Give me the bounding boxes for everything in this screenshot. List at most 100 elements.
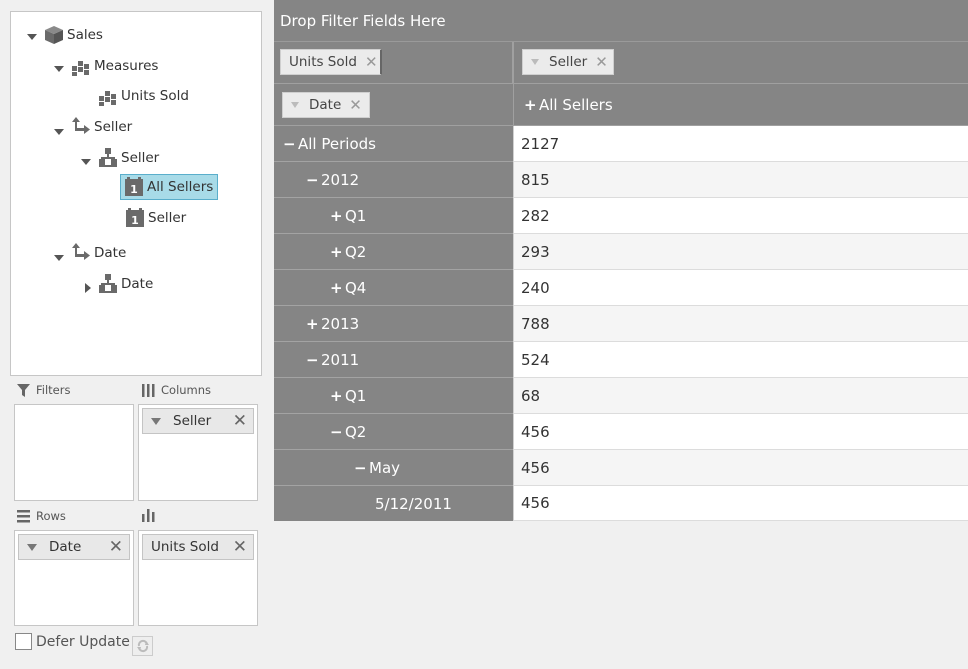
data-field-chip[interactable]: Units Sold ✕ bbox=[280, 49, 382, 75]
svg-text:1: 1 bbox=[131, 214, 139, 227]
collapse-minus-icon[interactable]: − bbox=[330, 423, 343, 441]
close-icon[interactable]: ✕ bbox=[233, 539, 247, 556]
tree-node-sales[interactable]: Sales bbox=[43, 24, 103, 46]
row-header-2012-q1[interactable]: + Q1 bbox=[274, 198, 513, 234]
row-header-2011-q2[interactable]: − Q2 bbox=[274, 414, 513, 450]
data-field-header: Units Sold ✕ bbox=[274, 42, 513, 84]
column-field-chip[interactable]: Seller ✕ bbox=[522, 49, 614, 75]
column-header-all-sellers[interactable]: + All Sellers bbox=[524, 84, 613, 126]
collapse-minus-icon[interactable]: − bbox=[283, 135, 296, 153]
expand-seller-dim-toggle[interactable] bbox=[54, 127, 64, 137]
filter-dropdown-icon[interactable] bbox=[151, 417, 161, 425]
tree-node-date-dimension[interactable]: Date bbox=[70, 242, 126, 264]
hierarchy-icon bbox=[99, 274, 117, 293]
filter-dropdown-icon[interactable] bbox=[291, 102, 299, 108]
row-field-header: Date ✕ bbox=[274, 84, 513, 126]
values-drop-area[interactable]: Units Sold ✕ bbox=[138, 530, 258, 626]
defer-update-label: Defer Update bbox=[36, 633, 130, 650]
expand-date-dim-toggle[interactable] bbox=[54, 253, 64, 263]
value-cell[interactable]: 240 bbox=[513, 270, 968, 306]
expand-plus-icon[interactable]: + bbox=[330, 279, 343, 297]
row-header-2013[interactable]: + 2013 bbox=[274, 306, 513, 342]
level-icon: 1 bbox=[125, 177, 143, 196]
close-icon[interactable]: ✕ bbox=[349, 96, 362, 114]
value-cell[interactable]: 524 bbox=[513, 342, 968, 378]
tree-node-label: Seller bbox=[94, 119, 133, 135]
row-header-all-periods[interactable]: − All Periods bbox=[274, 126, 513, 162]
value-cell[interactable]: 282 bbox=[513, 198, 968, 234]
expand-plus-icon[interactable]: + bbox=[330, 207, 343, 225]
defer-update-row: Defer Update bbox=[15, 633, 130, 650]
row-header-label: Q4 bbox=[345, 278, 367, 297]
chip-label: Date bbox=[49, 539, 82, 555]
row-header-label: Q2 bbox=[345, 422, 367, 441]
tree-node-label: Sales bbox=[67, 27, 103, 43]
row-header-label: 5/12/2011 bbox=[375, 494, 452, 513]
close-icon[interactable]: ✕ bbox=[109, 539, 123, 556]
expand-seller-hier-toggle[interactable] bbox=[81, 157, 91, 167]
row-header-2012-q4[interactable]: + Q4 bbox=[274, 270, 513, 306]
columns-drop-area[interactable]: Seller ✕ bbox=[138, 404, 258, 501]
update-button[interactable] bbox=[132, 636, 153, 656]
value-cell[interactable]: 456 bbox=[513, 414, 968, 450]
value-cell[interactable]: 2127 bbox=[513, 126, 968, 162]
columns-area-label: Columns bbox=[161, 383, 212, 397]
value-cell[interactable]: 788 bbox=[513, 306, 968, 342]
filter-drop-label: Drop Filter Fields Here bbox=[280, 11, 446, 30]
tree-node-label: Date bbox=[94, 245, 127, 261]
defer-update-checkbox[interactable] bbox=[15, 633, 32, 650]
value-cell[interactable]: 815 bbox=[513, 162, 968, 198]
filter-drop-zone[interactable]: Drop Filter Fields Here bbox=[274, 0, 968, 42]
value-cell[interactable]: 456 bbox=[513, 450, 968, 486]
value-cell[interactable]: 456 bbox=[513, 486, 968, 521]
rows-field-chip[interactable]: Date ✕ bbox=[18, 534, 130, 560]
close-icon[interactable]: ✕ bbox=[595, 53, 608, 71]
tree-node-label: All Sellers bbox=[147, 179, 214, 195]
expand-date-hier-toggle[interactable] bbox=[83, 283, 93, 293]
refresh-icon bbox=[136, 639, 149, 653]
row-header-date-5-12-2011[interactable]: 5/12/2011 bbox=[274, 486, 513, 521]
value-cell[interactable]: 293 bbox=[513, 234, 968, 270]
collapse-minus-icon[interactable]: − bbox=[306, 171, 319, 189]
tree-node-units-sold[interactable]: Units Sold bbox=[97, 85, 189, 107]
row-header-2011-q1[interactable]: + Q1 bbox=[274, 378, 513, 414]
close-icon[interactable]: ✕ bbox=[365, 53, 378, 71]
rows-drop-area[interactable]: Date ✕ bbox=[14, 530, 134, 626]
expand-plus-icon[interactable]: + bbox=[524, 96, 537, 114]
measure-icon bbox=[99, 91, 116, 106]
columns-field-chip[interactable]: Seller ✕ bbox=[142, 408, 254, 434]
tree-node-seller-level[interactable]: 1 Seller bbox=[124, 207, 186, 229]
tree-node-seller-dimension[interactable]: Seller bbox=[70, 116, 132, 138]
columns-area-header: Columns bbox=[142, 383, 211, 397]
expand-sales-toggle[interactable] bbox=[27, 32, 37, 42]
dimension-icon bbox=[72, 117, 90, 134]
collapse-minus-icon[interactable]: − bbox=[306, 351, 319, 369]
collapse-minus-icon[interactable]: − bbox=[354, 459, 367, 477]
value-cell[interactable]: 68 bbox=[513, 378, 968, 414]
filter-dropdown-icon[interactable] bbox=[531, 59, 539, 65]
row-header-2011[interactable]: − 2011 bbox=[274, 342, 513, 378]
values-field-chip[interactable]: Units Sold ✕ bbox=[142, 534, 254, 560]
filters-area-header: Filters bbox=[17, 383, 70, 397]
expand-plus-icon[interactable]: + bbox=[330, 387, 343, 405]
row-header-2012[interactable]: − 2012 bbox=[274, 162, 513, 198]
filter-dropdown-icon[interactable] bbox=[27, 543, 37, 551]
tree-node-measures[interactable]: Measures bbox=[70, 55, 158, 77]
svg-text:1: 1 bbox=[130, 183, 138, 196]
expand-measures-toggle[interactable] bbox=[54, 64, 64, 74]
tree-node-all-sellers[interactable]: 1 All Sellers bbox=[120, 174, 219, 200]
pivot-grid: Drop Filter Fields Here Units Sold ✕ Sel… bbox=[274, 0, 968, 521]
chevron-down-icon bbox=[54, 255, 64, 261]
chevron-down-icon bbox=[54, 66, 64, 72]
expand-plus-icon[interactable]: + bbox=[330, 243, 343, 261]
tree-node-date-hierarchy[interactable]: Date bbox=[97, 273, 153, 295]
tree-node-seller-hierarchy[interactable]: Seller bbox=[97, 147, 159, 169]
tree-node-label: Measures bbox=[94, 58, 159, 74]
level-icon: 1 bbox=[126, 208, 144, 227]
row-header-2012-q2[interactable]: + Q2 bbox=[274, 234, 513, 270]
row-field-chip[interactable]: Date ✕ bbox=[282, 92, 370, 118]
filters-drop-area[interactable] bbox=[14, 404, 134, 501]
expand-plus-icon[interactable]: + bbox=[306, 315, 319, 333]
close-icon[interactable]: ✕ bbox=[233, 413, 247, 430]
row-header-may[interactable]: − May bbox=[274, 450, 513, 486]
